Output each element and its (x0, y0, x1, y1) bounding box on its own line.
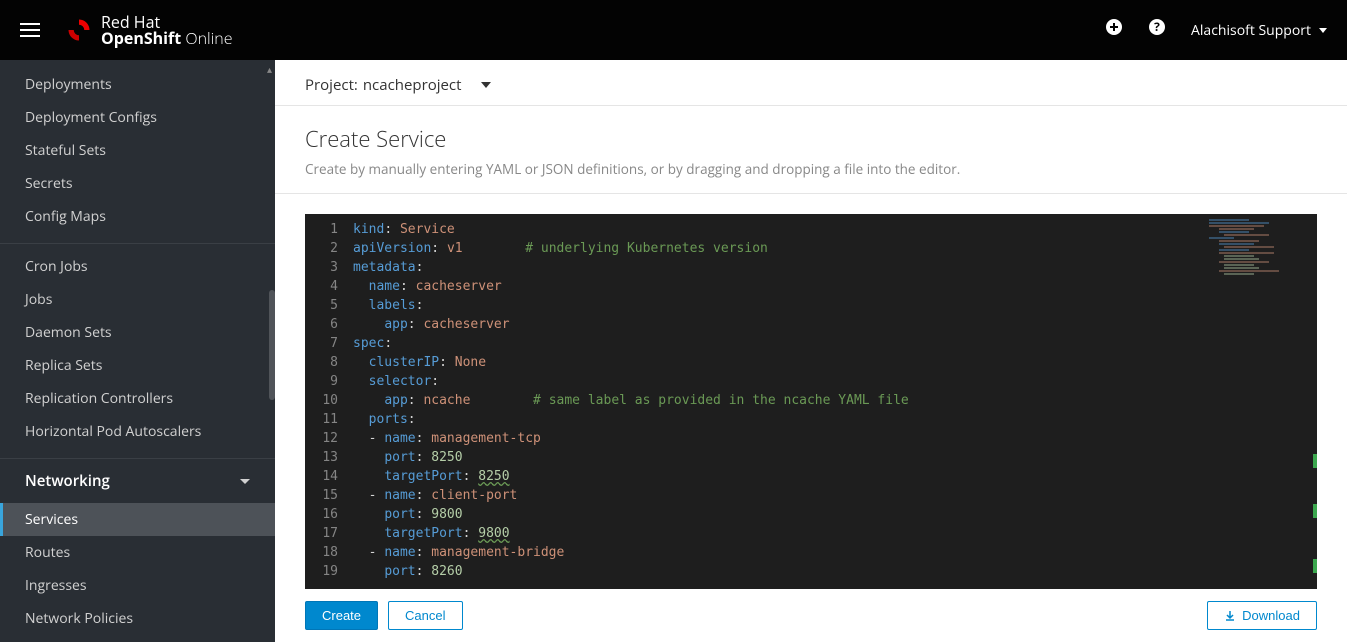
chevron-down-icon (240, 479, 250, 484)
svg-text:?: ? (1154, 18, 1160, 35)
editor-code[interactable]: kind: ServiceapiVersion: v1 # underlying… (353, 214, 1187, 589)
editor-gutter: 12345678910111213141516171819 (305, 214, 353, 589)
page-title: Create Service (305, 124, 1317, 154)
top-bar: Red Hat OpenShift Online ? Alachisoft Su… (0, 0, 1347, 60)
page-description: Create by manually entering YAML or JSON… (305, 160, 1317, 178)
create-button[interactable]: Create (305, 601, 378, 630)
sidebar-item[interactable]: Config Maps (0, 200, 275, 233)
sidebar-item[interactable]: Deployments (0, 68, 275, 101)
section-label: Networking (25, 471, 110, 491)
download-label: Download (1242, 608, 1300, 623)
main-content: Project: ncacheproject Create Service Cr… (275, 60, 1347, 642)
sidebar-item[interactable]: Ingresses (0, 569, 275, 602)
footer-actions: Create Cancel Download (275, 589, 1347, 642)
sidebar: ▴ Deployments Deployment Configs Statefu… (0, 60, 275, 642)
redhat-icon (65, 16, 93, 44)
editor-minimap[interactable] (1187, 214, 1317, 589)
sidebar-item[interactable]: Cron Jobs (0, 250, 275, 283)
cancel-button[interactable]: Cancel (388, 601, 462, 630)
sidebar-item[interactable]: Horizontal Pod Autoscalers (0, 415, 275, 448)
hamburger-menu-icon[interactable] (20, 19, 40, 41)
scroll-up-icon[interactable]: ▴ (267, 62, 272, 76)
sidebar-item-services[interactable]: Services (0, 503, 275, 536)
sidebar-item[interactable]: Network Policies (0, 602, 275, 635)
brand-main: OpenShift (101, 27, 181, 49)
project-name: ncacheproject (363, 75, 462, 95)
sidebar-item[interactable]: Replication Controllers (0, 382, 275, 415)
sidebar-item[interactable]: Daemon Sets (0, 316, 275, 349)
user-name: Alachisoft Support (1191, 21, 1311, 40)
caret-down-icon (1319, 28, 1327, 33)
download-button[interactable]: Download (1207, 601, 1317, 630)
project-caret-icon (481, 82, 491, 88)
project-selector[interactable]: Project: ncacheproject (275, 60, 1347, 106)
help-icon[interactable]: ? (1148, 18, 1166, 42)
brand-logo[interactable]: Red Hat OpenShift Online (65, 14, 232, 46)
project-label: Project: (305, 75, 358, 95)
brand-sub: Online (185, 27, 232, 49)
add-icon[interactable] (1105, 18, 1123, 42)
sidebar-item[interactable]: Replica Sets (0, 349, 275, 382)
sidebar-item[interactable]: Deployment Configs (0, 101, 275, 134)
sidebar-item[interactable]: Stateful Sets (0, 134, 275, 167)
sidebar-item[interactable]: Jobs (0, 283, 275, 316)
sidebar-section-networking[interactable]: Networking (0, 458, 275, 503)
download-icon (1224, 610, 1236, 622)
sidebar-item[interactable]: Secrets (0, 167, 275, 200)
user-menu[interactable]: Alachisoft Support (1191, 21, 1327, 40)
yaml-editor[interactable]: 12345678910111213141516171819 kind: Serv… (305, 214, 1317, 589)
sidebar-item[interactable]: Routes (0, 536, 275, 569)
page-header: Create Service Create by manually enteri… (275, 106, 1347, 194)
